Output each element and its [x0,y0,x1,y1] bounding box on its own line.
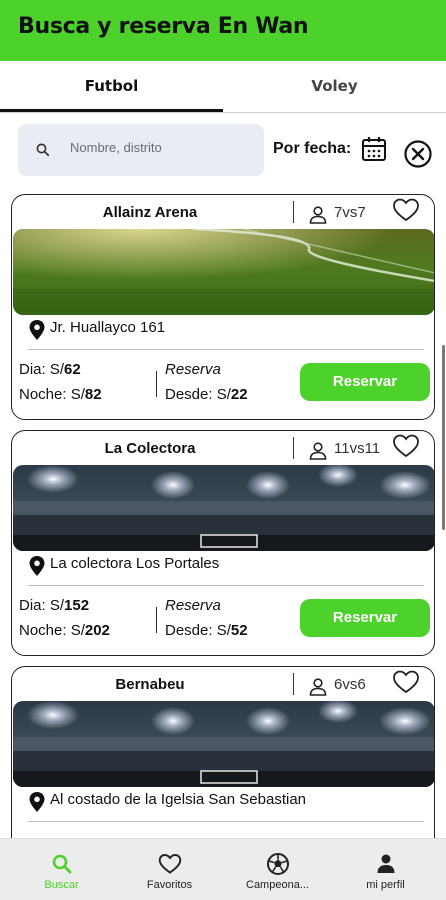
divider [293,201,294,223]
field-capacity: 11vs11 [334,440,381,457]
divider [293,437,294,459]
calendar-icon[interactable] [361,136,387,162]
location-pin-icon [29,792,45,812]
field-photo [13,465,434,551]
field-capacity: 6vs6 [334,676,366,693]
app-header: Busca y reserva En Wan [0,0,446,61]
nav-item-favoritos[interactable]: Favoritos [114,839,225,900]
divider [293,673,294,695]
close-circle-icon[interactable] [403,139,433,169]
tab-futbol[interactable]: Futbol [0,61,223,113]
heart-icon[interactable] [392,669,420,695]
field-capacity: 7vs7 [334,204,366,221]
location-pin-icon [29,556,45,576]
heart-icon [158,854,182,874]
nav-label: mi perfil [366,879,405,891]
heart-icon[interactable] [392,197,420,223]
reserve-button[interactable]: Reservar [300,363,430,401]
night-price: Noche: S/82 [19,386,102,403]
night-price: Noche: S/202 [19,622,110,639]
field-name: Bernabeu [115,676,185,693]
reserve-button[interactable]: Reservar [300,599,430,637]
location-pin-icon [29,320,45,340]
user-icon [309,206,327,224]
reserve-label: Reserva [165,361,221,378]
reserve-from-price: Desde: S/52 [165,622,248,639]
tabs-divider [0,112,446,113]
field-card[interactable]: La Colectora 11vs11 La colectora Los Por… [11,430,435,656]
field-card[interactable]: Allainz Arena 7vs7 Jr. Huallayco 161 Dia… [11,194,435,420]
search-placeholder: Nombre, distrito [70,140,162,155]
user-icon [309,442,327,460]
user-icon [377,854,395,873]
reserve-label: Reserva [165,597,221,614]
scrollbar[interactable] [442,345,445,530]
field-photo [13,229,434,315]
tab-voley[interactable]: Voley [223,61,446,113]
divider [28,349,424,350]
reserve-from-price: Desde: S/22 [165,386,248,403]
nav-label: Buscar [44,879,79,891]
nav-item-buscar[interactable]: Buscar [6,839,117,900]
divider [28,585,424,586]
nav-label: Campeona... [246,879,309,891]
field-address: Al costado de la Igelsia San Sebastian [50,791,307,808]
field-address: Jr. Huallayco 161 [50,319,166,336]
user-icon [309,678,327,696]
heart-icon[interactable] [392,433,420,459]
page-title: Busca y reserva En Wan [18,14,309,39]
field-card[interactable]: Bernabeu 6vs6 Al costado de la Igelsia S… [11,666,435,856]
field-address: La colectora Los Portales [50,555,220,572]
field-name: Allainz Arena [102,204,198,221]
day-price: Dia: S/62 [19,361,81,378]
divider [156,371,157,397]
day-price: Dia: S/152 [19,597,90,614]
search-input[interactable]: Nombre, distrito [18,124,264,176]
search-icon [52,854,72,874]
divider [156,607,157,633]
nav-item-mi-perfil[interactable]: mi perfil [330,839,441,900]
search-icon [36,143,50,157]
nav-label: Favoritos [146,879,193,891]
field-photo [13,701,434,787]
date-filter-label: Por fecha: [273,140,352,157]
nav-item-campeonatos[interactable]: Campeona... [222,839,333,900]
divider [28,821,424,822]
field-name: La Colectora [104,440,196,457]
soccer-ball-icon [267,853,289,875]
bottom-navigation: Buscar Favoritos Campeona... mi perfil [0,838,446,900]
sport-tabs: Futbol Voley [0,61,446,113]
